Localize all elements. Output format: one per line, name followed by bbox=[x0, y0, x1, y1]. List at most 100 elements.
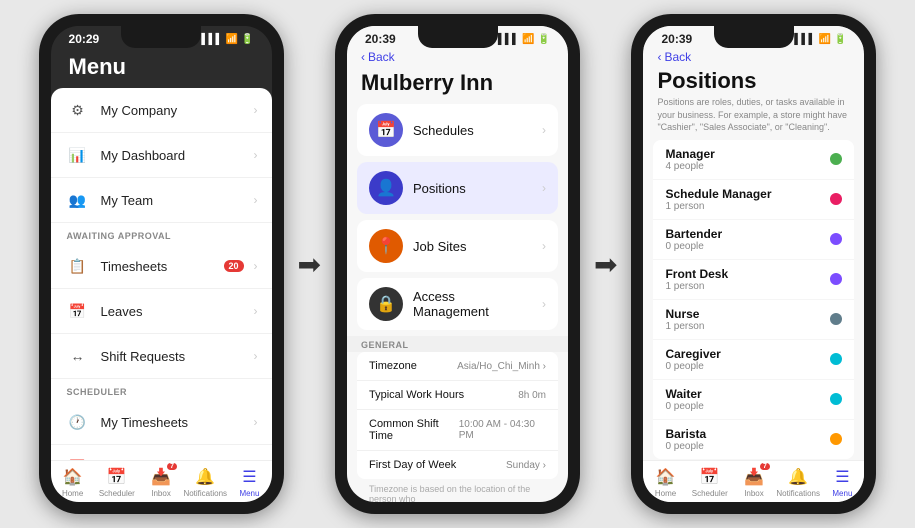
position-nurse[interactable]: Nurse 1 person bbox=[653, 300, 854, 340]
positions-label: Positions bbox=[413, 181, 532, 196]
position-bartender[interactable]: Bartender 0 people bbox=[653, 220, 854, 260]
bartender-info: Bartender 0 people bbox=[665, 227, 822, 252]
bottom-nav-1: 🏠 Home 📅 Scheduler 📥 7 Inbox 🔔 Notif bbox=[51, 460, 272, 502]
nav-menu-3[interactable]: ☰ Menu bbox=[820, 467, 864, 498]
caregiver-dot bbox=[830, 353, 842, 365]
shift-icon: ↔ bbox=[65, 343, 91, 369]
waiter-info: Waiter 0 people bbox=[665, 387, 822, 412]
schedule-manager-info: Schedule Manager 1 person bbox=[665, 187, 822, 212]
phone-3: 20:39 ▌▌▌ 📶 🔋 ‹ Back Positions Positions… bbox=[631, 14, 876, 514]
menu-item-company[interactable]: ⚙ My Company › bbox=[51, 88, 272, 133]
positions-icon: 👤 bbox=[369, 171, 403, 205]
barista-count: 0 people bbox=[665, 441, 822, 452]
waiter-count: 0 people bbox=[665, 401, 822, 412]
position-schedule-manager[interactable]: Schedule Manager 1 person bbox=[653, 180, 854, 220]
menu-list: ⚙ My Company › 📊 My Dashboard › 👥 My Tea… bbox=[51, 88, 272, 460]
nav-notifications-label-3: Notifications bbox=[776, 489, 820, 498]
back-link-3[interactable]: ‹ Back bbox=[643, 48, 864, 68]
weekday-value: Sunday › bbox=[506, 460, 546, 471]
work-hours-row: Typical Work Hours 8h 0m bbox=[357, 381, 558, 410]
company-label: My Company bbox=[101, 103, 244, 118]
access-mgmt-chevron: › bbox=[542, 297, 546, 311]
nav-scheduler-1[interactable]: 📅 Scheduler bbox=[95, 467, 139, 498]
back-link-2[interactable]: ‹ Back bbox=[347, 48, 568, 68]
nav-home-1[interactable]: 🏠 Home bbox=[51, 467, 95, 498]
menu-item-dashboard[interactable]: 📊 My Dashboard › bbox=[51, 133, 272, 178]
manager-name: Manager bbox=[665, 147, 822, 161]
bartender-dot bbox=[830, 233, 842, 245]
position-barista[interactable]: Barista 0 people bbox=[653, 420, 854, 459]
icon-menu: 📅 Schedules › 👤 Positions › 📍 Job Sites … bbox=[347, 104, 568, 336]
team-icon: 👥 bbox=[65, 187, 91, 213]
my-leaves-icon: 📆 bbox=[65, 454, 91, 460]
status-icons-1: ▌▌▌ 📶 🔋 bbox=[201, 34, 253, 45]
job-sites-chevron: › bbox=[542, 239, 546, 253]
inbox-badge: 7 bbox=[167, 463, 177, 470]
shift-time-row: Common Shift Time 10:00 AM - 04:30 PM bbox=[357, 410, 558, 451]
inbox-badge-3: 7 bbox=[760, 463, 770, 470]
timezone-row[interactable]: Timezone Asia/Ho_Chi_Minh › bbox=[357, 352, 558, 381]
access-mgmt-label: Access Management bbox=[413, 289, 532, 319]
status-icons-2: ▌▌▌ 📶 🔋 bbox=[498, 34, 550, 45]
schedules-item[interactable]: 📅 Schedules › bbox=[357, 104, 558, 156]
caregiver-name: Caregiver bbox=[665, 347, 822, 361]
job-sites-label: Job Sites bbox=[413, 239, 532, 254]
my-timesheets-chevron: › bbox=[254, 415, 258, 429]
arrow-1: ➡ bbox=[294, 248, 325, 281]
wifi-icon-3: 📶 bbox=[819, 34, 831, 45]
schedules-icon: 📅 bbox=[369, 113, 403, 147]
my-timesheets-icon: 🕐 bbox=[65, 409, 91, 435]
menu-item-team[interactable]: 👥 My Team › bbox=[51, 178, 272, 223]
position-manager[interactable]: Manager 4 people bbox=[653, 140, 854, 180]
menu-title: Menu bbox=[51, 48, 272, 88]
manager-count: 4 people bbox=[665, 161, 822, 172]
shift-label: Shift Requests bbox=[101, 349, 244, 364]
nav-home-3[interactable]: 🏠 Home bbox=[643, 467, 687, 498]
menu-item-shift-requests[interactable]: ↔ Shift Requests › bbox=[51, 334, 272, 379]
company-icon: ⚙ bbox=[65, 97, 91, 123]
positions-desc: Positions are roles, duties, or tasks av… bbox=[657, 96, 850, 134]
screen-1: 20:29 ▌▌▌ 📶 🔋 Menu ⚙ My Company › bbox=[51, 26, 272, 502]
wifi-icon-2: 📶 bbox=[522, 34, 534, 45]
signal-icon-2: ▌▌▌ bbox=[498, 34, 519, 45]
nav-inbox-3[interactable]: 📥 7 Inbox bbox=[732, 467, 776, 498]
position-waiter[interactable]: Waiter 0 people bbox=[653, 380, 854, 420]
home-icon: 🏠 bbox=[63, 467, 83, 487]
my-timesheets-label: My Timesheets bbox=[101, 415, 244, 430]
positions-item[interactable]: 👤 Positions › bbox=[357, 162, 558, 214]
scheduler-icon-3: 📅 bbox=[700, 467, 720, 487]
positions-title: Positions bbox=[657, 68, 850, 96]
nav-menu-1[interactable]: ☰ Menu bbox=[227, 467, 271, 498]
scene: 20:29 ▌▌▌ 📶 🔋 Menu ⚙ My Company › bbox=[0, 0, 915, 528]
schedule-manager-count: 1 person bbox=[665, 201, 822, 212]
dashboard-chevron: › bbox=[254, 148, 258, 162]
menu-item-timesheets[interactable]: 📋 Timesheets 20 › bbox=[51, 244, 272, 289]
signal-icon-3: ▌▌▌ bbox=[794, 34, 815, 45]
job-sites-item[interactable]: 📍 Job Sites › bbox=[357, 220, 558, 272]
my-leaves-label: My Leaves bbox=[101, 460, 244, 461]
time-2: 20:39 bbox=[365, 32, 396, 46]
menu-item-leaves[interactable]: 📅 Leaves › bbox=[51, 289, 272, 334]
nav-inbox-1[interactable]: 📥 7 Inbox bbox=[139, 467, 183, 498]
timezone-value: Asia/Ho_Chi_Minh › bbox=[457, 361, 546, 372]
access-mgmt-item[interactable]: 🔒 Access Management › bbox=[357, 278, 558, 330]
dashboard-label: My Dashboard bbox=[101, 148, 244, 163]
position-caregiver[interactable]: Caregiver 0 people bbox=[653, 340, 854, 380]
nurse-name: Nurse bbox=[665, 307, 822, 321]
shift-time-label: Common Shift Time bbox=[369, 418, 459, 442]
menu-item-my-timesheets[interactable]: 🕐 My Timesheets › bbox=[51, 400, 272, 445]
home-icon-3: 🏠 bbox=[656, 467, 676, 487]
nurse-info: Nurse 1 person bbox=[665, 307, 822, 332]
caregiver-info: Caregiver 0 people bbox=[665, 347, 822, 372]
nav-notifications-3[interactable]: 🔔 Notifications bbox=[776, 467, 820, 498]
menu-item-my-leaves[interactable]: 📆 My Leaves › bbox=[51, 445, 272, 460]
back-chevron-3: ‹ bbox=[657, 50, 661, 64]
bottom-nav-3: 🏠 Home 📅 Scheduler 📥 7 Inbox 🔔 Notif bbox=[643, 460, 864, 502]
leaves-icon: 📅 bbox=[65, 298, 91, 324]
position-front-desk[interactable]: Front Desk 1 person bbox=[653, 260, 854, 300]
weekday-row[interactable]: First Day of Week Sunday › bbox=[357, 451, 558, 479]
notch-1 bbox=[121, 26, 201, 48]
nav-scheduler-3[interactable]: 📅 Scheduler bbox=[688, 467, 732, 498]
caregiver-count: 0 people bbox=[665, 361, 822, 372]
nav-notifications-1[interactable]: 🔔 Notifications bbox=[183, 467, 227, 498]
